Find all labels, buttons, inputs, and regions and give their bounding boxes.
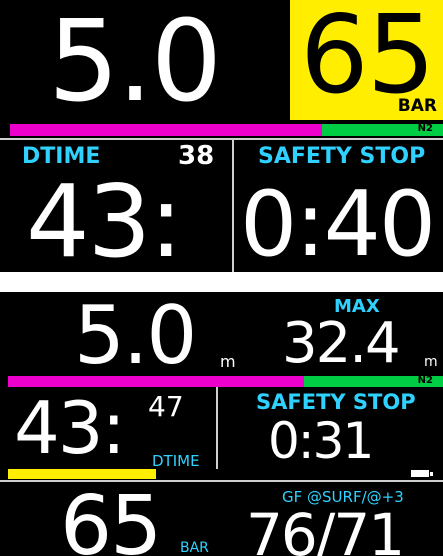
- dive-screen-2: 5.0 m MAX 32.4 m N2 43: 47 DTIME SAFETY …: [0, 292, 443, 556]
- max-depth-value: 32.4: [282, 311, 401, 376]
- tank-pressure-unit: BAR: [397, 96, 437, 116]
- n2-loading-bar-fill: [10, 124, 322, 136]
- dive-time-value: 43:: [14, 386, 126, 470]
- depth-value: 5.0: [48, 0, 222, 127]
- tank-pressure-value: 65: [60, 479, 162, 556]
- safety-stop-timer: 0:31: [268, 412, 374, 470]
- battery-terminal: [430, 472, 433, 476]
- depth-unit: m: [220, 352, 236, 371]
- dtime-label: DTIME: [152, 452, 200, 470]
- tank-pressure-unit: BAR: [180, 540, 209, 556]
- horizontal-divider: [0, 138, 443, 140]
- battery-icon: [411, 470, 429, 477]
- safety-stop-label: SAFETY STOP: [256, 390, 416, 414]
- dtime-value: 38: [178, 141, 215, 171]
- battery-bar-fill: [8, 469, 156, 479]
- n2-loading-bar-track: N2: [10, 123, 443, 136]
- dive-time-seconds: 47: [148, 390, 184, 423]
- tank-pressure-value: 65: [300, 0, 435, 118]
- tank-pressure-panel: 65 BAR: [290, 0, 443, 120]
- depth-value: 5.0: [74, 292, 197, 382]
- n2-gas-label: N2: [417, 123, 433, 134]
- dive-time-value: 43:: [26, 163, 183, 272]
- dive-screen-1: 5.0 65 BAR N2 DTIME 38 SAFETY STOP 43: 0…: [0, 0, 443, 272]
- n2-gas-label: N2: [417, 375, 433, 386]
- safety-stop-label: SAFETY STOP: [258, 144, 426, 169]
- vertical-divider: [216, 387, 218, 469]
- battery-bar-track: [8, 469, 443, 479]
- safety-stop-timer: 0:40: [240, 172, 436, 272]
- vertical-divider: [232, 138, 234, 272]
- max-depth-unit: m: [424, 354, 438, 370]
- gradient-factor-value: 76/71: [246, 501, 405, 556]
